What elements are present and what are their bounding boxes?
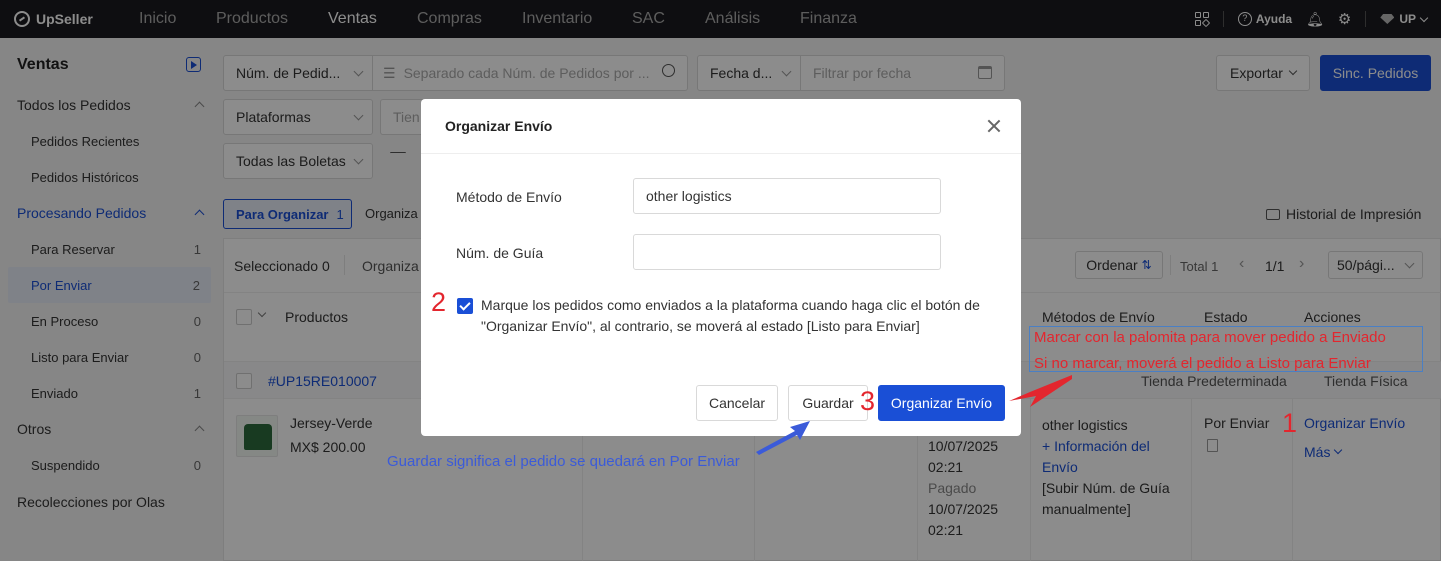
close-icon[interactable]: [987, 119, 1001, 133]
dialog-title: Organizar Envío: [445, 118, 553, 134]
tracking-number-label: Núm. de Guía: [456, 245, 544, 261]
annotation-number-1: 1: [1282, 408, 1298, 438]
shipping-method-field[interactable]: other logistics: [633, 178, 941, 214]
cancel-button[interactable]: Cancelar: [696, 385, 778, 421]
annotation-note-check: Marcar con la palomita para mover pedido…: [1034, 329, 1386, 346]
tracking-number-field[interactable]: [633, 234, 941, 270]
annotation-note-uncheck: Si no marcar, moverá el pedido a Listo p…: [1034, 355, 1371, 372]
organize-shipment-button[interactable]: Organizar Envío: [878, 385, 1005, 421]
annotation-note-save: Guardar significa el pedido se quedará e…: [387, 453, 740, 470]
save-button[interactable]: Guardar: [788, 385, 868, 421]
organize-shipment-dialog: Organizar Envío Método de Envío other lo…: [421, 99, 1021, 436]
mark-shipped-checkbox[interactable]: [457, 298, 473, 314]
mark-shipped-description: Marque los pedidos como enviados a la pl…: [481, 297, 980, 334]
annotation-number-2: 2: [431, 287, 447, 317]
shipping-method-label: Método de Envío: [456, 189, 562, 205]
annotation-number-3: 3: [860, 386, 876, 416]
divider: [421, 153, 1021, 154]
